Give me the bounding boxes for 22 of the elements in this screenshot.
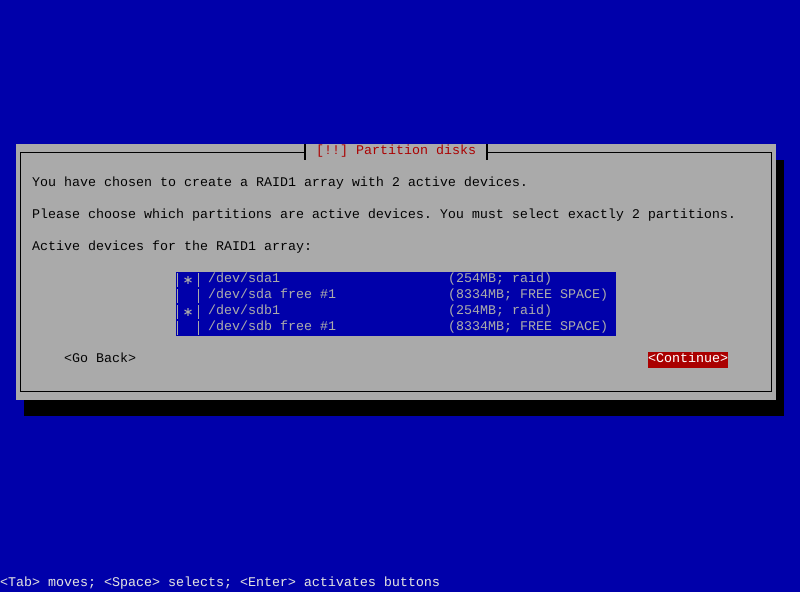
dialog-button[interactable]: <Continue> — [648, 352, 728, 368]
checkbox[interactable] — [177, 305, 199, 319]
device-name: /dev/sda1 — [208, 272, 281, 288]
device-size: (8334MB; FREE SPACE) — [448, 288, 608, 304]
list-label: Active devices for the RAID1 array: — [32, 240, 313, 256]
device-list[interactable]: /dev/sda1 (254MB; raid) /dev/sda free #1 (8334MB; FREE SPACE) /dev/sdb1 (254MB; raid) /dev/sdb free #1 (8334MB; FREE SPACE) — [176, 272, 616, 336]
device-size: (254MB; raid) — [448, 304, 552, 320]
asterisk-icon — [184, 276, 192, 284]
key-hints-text: <Tab> moves; <Space> selects; <Enter> activates buttons — [0, 576, 441, 592]
device-size: (8334MB; FREE SPACE) — [448, 320, 608, 336]
checkbox[interactable] — [177, 321, 199, 335]
device-name: /dev/sdb free #1 — [208, 320, 337, 336]
asterisk-icon — [184, 308, 192, 316]
dialog-button[interactable]: <Go Back> — [64, 352, 136, 368]
device-name: /dev/sda free #1 — [208, 288, 337, 304]
message-text: Please choose which partitions are active devices. You must select exactly 2 partitions. — [32, 208, 737, 224]
device-name: /dev/sdb1 — [208, 304, 281, 320]
checkbox[interactable] — [177, 289, 199, 303]
message-text: You have chosen to create a RAID1 array with 2 active devices. — [32, 176, 529, 192]
checkbox[interactable] — [177, 273, 199, 287]
dialog-title: [!!] Partition disks — [304, 144, 488, 160]
device-size: (254MB; raid) — [448, 272, 552, 288]
